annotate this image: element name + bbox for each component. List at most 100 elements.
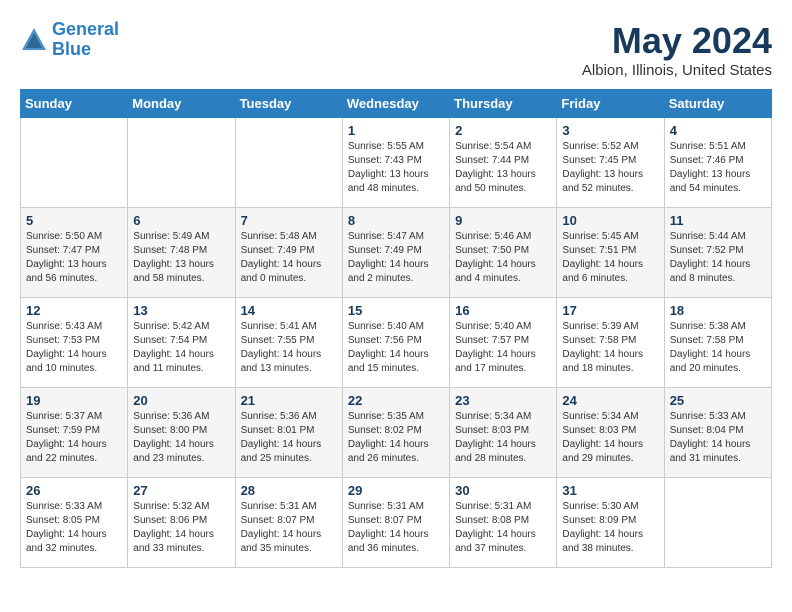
day-info: Sunrise: 5:44 AM Sunset: 7:52 PM Dayligh…	[670, 230, 766, 286]
week-row-4: 19 Sunrise: 5:37 AM Sunset: 7:59 PM Dayli…	[21, 388, 772, 478]
week-row-5: 26 Sunrise: 5:33 AM Sunset: 8:05 PM Dayli…	[21, 478, 772, 568]
day-number: 17	[562, 303, 658, 318]
day-number: 13	[133, 303, 229, 318]
weekday-header-tuesday: Tuesday	[235, 90, 342, 118]
calendar-cell: 30Sunrise: 5:31 AM Sunset: 8:08 PM Dayli…	[450, 478, 557, 568]
calendar-cell: 18 Sunrise: 5:38 AM Sunset: 7:58 PM Dayli…	[664, 298, 771, 388]
calendar-cell	[128, 118, 235, 208]
logo-icon	[20, 26, 48, 54]
day-info: Sunrise: 5:45 AM Sunset: 7:51 PM Dayligh…	[562, 230, 658, 286]
logo-general: General	[52, 19, 119, 39]
calendar-cell: 22 Sunrise: 5:35 AM Sunset: 8:02 PM Dayli…	[342, 388, 449, 478]
page-header: General Blue May 2024 Albion, Illinois, …	[20, 20, 772, 79]
day-info: Sunrise: 5:39 AM Sunset: 7:58 PM Dayligh…	[562, 320, 658, 376]
calendar-cell: 3 Sunrise: 5:52 AM Sunset: 7:45 PM Daylig…	[557, 118, 664, 208]
calendar-cell: 23 Sunrise: 5:34 AM Sunset: 8:03 PM Dayli…	[450, 388, 557, 478]
calendar-cell: 24 Sunrise: 5:34 AM Sunset: 8:03 PM Dayli…	[557, 388, 664, 478]
day-info: Sunrise: 5:35 AM Sunset: 8:02 PM Dayligh…	[348, 410, 444, 466]
day-info: Sunrise: 5:33 AM Sunset: 8:04 PM Dayligh…	[670, 410, 766, 466]
calendar-cell: 8 Sunrise: 5:47 AM Sunset: 7:49 PM Daylig…	[342, 208, 449, 298]
calendar-cell: 13Sunrise: 5:42 AM Sunset: 7:54 PM Dayli…	[128, 298, 235, 388]
day-number: 10	[562, 213, 658, 228]
calendar-cell: 1 Sunrise: 5:55 AM Sunset: 7:43 PM Daylig…	[342, 118, 449, 208]
day-number: 1	[348, 123, 444, 138]
day-info: Sunrise: 5:47 AM Sunset: 7:49 PM Dayligh…	[348, 230, 444, 286]
calendar-cell: 26 Sunrise: 5:33 AM Sunset: 8:05 PM Dayli…	[21, 478, 128, 568]
week-row-1: 1 Sunrise: 5:55 AM Sunset: 7:43 PM Daylig…	[21, 118, 772, 208]
calendar-cell: 28Sunrise: 5:31 AM Sunset: 8:07 PM Dayli…	[235, 478, 342, 568]
calendar-cell: 7Sunrise: 5:48 AM Sunset: 7:49 PM Daylig…	[235, 208, 342, 298]
day-number: 26	[26, 483, 122, 498]
day-number: 12	[26, 303, 122, 318]
day-info: Sunrise: 5:41 AM Sunset: 7:55 PM Dayligh…	[241, 320, 337, 376]
day-number: 3	[562, 123, 658, 138]
day-number: 19	[26, 393, 122, 408]
logo: General Blue	[20, 20, 119, 60]
day-number: 25	[670, 393, 766, 408]
day-number: 4	[670, 123, 766, 138]
day-number: 23	[455, 393, 551, 408]
day-info: Sunrise: 5:31 AM Sunset: 8:08 PM Dayligh…	[455, 500, 551, 556]
day-number: 8	[348, 213, 444, 228]
day-info: Sunrise: 5:38 AM Sunset: 7:58 PM Dayligh…	[670, 320, 766, 376]
day-number: 31	[562, 483, 658, 498]
day-info: Sunrise: 5:33 AM Sunset: 8:05 PM Dayligh…	[26, 500, 122, 556]
calendar-cell: 25 Sunrise: 5:33 AM Sunset: 8:04 PM Dayli…	[664, 388, 771, 478]
location: Albion, Illinois, United States	[582, 62, 772, 79]
day-number: 29	[348, 483, 444, 498]
calendar-cell	[664, 478, 771, 568]
day-info: Sunrise: 5:34 AM Sunset: 8:03 PM Dayligh…	[455, 410, 551, 466]
day-number: 22	[348, 393, 444, 408]
calendar-cell: 6Sunrise: 5:49 AM Sunset: 7:48 PM Daylig…	[128, 208, 235, 298]
day-number: 15	[348, 303, 444, 318]
calendar-cell: 20Sunrise: 5:36 AM Sunset: 8:00 PM Dayli…	[128, 388, 235, 478]
week-row-3: 12 Sunrise: 5:43 AM Sunset: 7:53 PM Dayli…	[21, 298, 772, 388]
calendar-cell	[235, 118, 342, 208]
calendar-cell: 16Sunrise: 5:40 AM Sunset: 7:57 PM Dayli…	[450, 298, 557, 388]
logo-blue: Blue	[52, 40, 119, 60]
weekday-header-wednesday: Wednesday	[342, 90, 449, 118]
weekday-header-thursday: Thursday	[450, 90, 557, 118]
weekday-header-monday: Monday	[128, 90, 235, 118]
day-number: 20	[133, 393, 229, 408]
day-info: Sunrise: 5:55 AM Sunset: 7:43 PM Dayligh…	[348, 140, 444, 196]
day-number: 14	[241, 303, 337, 318]
day-number: 18	[670, 303, 766, 318]
calendar-cell: 17 Sunrise: 5:39 AM Sunset: 7:58 PM Dayli…	[557, 298, 664, 388]
day-number: 6	[133, 213, 229, 228]
calendar-cell: 29 Sunrise: 5:31 AM Sunset: 8:07 PM Dayli…	[342, 478, 449, 568]
calendar-cell: 21Sunrise: 5:36 AM Sunset: 8:01 PM Dayli…	[235, 388, 342, 478]
day-info: Sunrise: 5:31 AM Sunset: 8:07 PM Dayligh…	[348, 500, 444, 556]
day-info: Sunrise: 5:31 AM Sunset: 8:07 PM Dayligh…	[241, 500, 337, 556]
day-info: Sunrise: 5:34 AM Sunset: 8:03 PM Dayligh…	[562, 410, 658, 466]
day-number: 7	[241, 213, 337, 228]
day-number: 24	[562, 393, 658, 408]
day-info: Sunrise: 5:50 AM Sunset: 7:47 PM Dayligh…	[26, 230, 122, 286]
calendar-cell: 2 Sunrise: 5:54 AM Sunset: 7:44 PM Daylig…	[450, 118, 557, 208]
day-info: Sunrise: 5:54 AM Sunset: 7:44 PM Dayligh…	[455, 140, 551, 196]
month-title: May 2024	[582, 20, 772, 62]
day-number: 27	[133, 483, 229, 498]
day-info: Sunrise: 5:37 AM Sunset: 7:59 PM Dayligh…	[26, 410, 122, 466]
weekday-header-friday: Friday	[557, 90, 664, 118]
day-info: Sunrise: 5:52 AM Sunset: 7:45 PM Dayligh…	[562, 140, 658, 196]
day-number: 2	[455, 123, 551, 138]
day-info: Sunrise: 5:46 AM Sunset: 7:50 PM Dayligh…	[455, 230, 551, 286]
day-number: 11	[670, 213, 766, 228]
logo-text: General Blue	[52, 20, 119, 60]
calendar-cell: 12 Sunrise: 5:43 AM Sunset: 7:53 PM Dayli…	[21, 298, 128, 388]
weekday-header-row: SundayMondayTuesdayWednesdayThursdayFrid…	[21, 90, 772, 118]
weekday-header-sunday: Sunday	[21, 90, 128, 118]
title-block: May 2024 Albion, Illinois, United States	[582, 20, 772, 79]
day-info: Sunrise: 5:36 AM Sunset: 8:01 PM Dayligh…	[241, 410, 337, 466]
day-info: Sunrise: 5:43 AM Sunset: 7:53 PM Dayligh…	[26, 320, 122, 376]
day-info: Sunrise: 5:40 AM Sunset: 7:57 PM Dayligh…	[455, 320, 551, 376]
calendar-table: SundayMondayTuesdayWednesdayThursdayFrid…	[20, 89, 772, 568]
calendar-cell: 15Sunrise: 5:40 AM Sunset: 7:56 PM Dayli…	[342, 298, 449, 388]
day-info: Sunrise: 5:30 AM Sunset: 8:09 PM Dayligh…	[562, 500, 658, 556]
day-info: Sunrise: 5:51 AM Sunset: 7:46 PM Dayligh…	[670, 140, 766, 196]
calendar-cell: 5Sunrise: 5:50 AM Sunset: 7:47 PM Daylig…	[21, 208, 128, 298]
day-number: 9	[455, 213, 551, 228]
calendar-cell: 4 Sunrise: 5:51 AM Sunset: 7:46 PM Daylig…	[664, 118, 771, 208]
day-info: Sunrise: 5:32 AM Sunset: 8:06 PM Dayligh…	[133, 500, 229, 556]
